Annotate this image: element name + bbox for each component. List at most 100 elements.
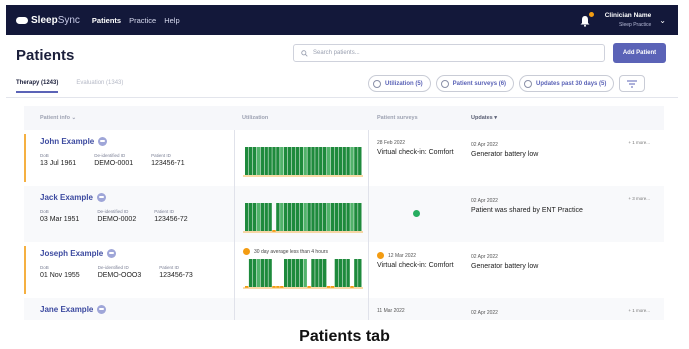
table-header: Patient info ⌄ Utilization Patient surve…: [24, 106, 664, 130]
check-icon: [413, 210, 420, 217]
radio-icon: [373, 79, 381, 88]
patient-name: John Example: [40, 137, 95, 146]
utilization-day-bar: [307, 203, 311, 231]
table-row[interactable]: Jack Example DoB 03 Mar 1951 De-identified …: [24, 186, 664, 242]
header-updates[interactable]: Updates ▾: [466, 115, 664, 121]
utilization-cell[interactable]: 30 day average less than 4 hours: [234, 242, 369, 298]
utilization-day-bar: [323, 203, 327, 231]
utilization-day-bar: [287, 147, 292, 175]
header-utilization[interactable]: Utilization: [234, 115, 369, 121]
update-text: Generator battery low: [471, 263, 539, 270]
utilization-day-bar: [252, 147, 257, 175]
utilization-day-bar: [272, 286, 276, 288]
app-logo[interactable]: Sleep Sync: [16, 15, 80, 26]
updates-cell[interactable]: 02 Apr 2022 Patient was shared by ENT Pra…: [466, 186, 664, 242]
survey-date-text: 28 Feb 2022: [377, 140, 406, 146]
utilization-cell[interactable]: [234, 130, 369, 186]
utilization-day-bar: [268, 259, 272, 287]
utilization-day-bar: [338, 147, 342, 175]
utilization-cell[interactable]: [234, 298, 369, 320]
more-updates-link[interactable]: + 1 more...: [628, 140, 650, 145]
caption: Patients tab: [299, 328, 390, 345]
radio-icon: [524, 79, 533, 88]
utilization-day-bar: [252, 259, 257, 287]
patient-name-link[interactable]: John Example: [40, 137, 234, 146]
dob-label: DoB: [40, 209, 49, 214]
nav-patients[interactable]: Patients: [92, 16, 121, 25]
add-patient-button[interactable]: Add Patient: [613, 43, 666, 63]
tab-therapy[interactable]: Therapy (1243): [16, 80, 59, 93]
utilization-day-bar: [334, 259, 339, 287]
utilization-day-bar: [315, 203, 319, 231]
more-updates-link[interactable]: + 3 more...: [628, 196, 650, 201]
header-patient-surveys[interactable]: Patient surveys: [369, 115, 466, 121]
radio-icon: [440, 79, 449, 88]
survey-cell[interactable]: 28 Feb 2022 Virtual check-in: Comfort: [369, 130, 466, 186]
updates-cell[interactable]: 02 Apr 2022 + 1 more...: [466, 298, 664, 320]
utilization-day-bar: [307, 286, 311, 288]
tab-evaluation[interactable]: Evaluation (1343): [76, 80, 123, 93]
utilization-day-bar: [295, 203, 300, 231]
patient-name-link[interactable]: Jack Example: [40, 193, 234, 202]
utilization-cell[interactable]: [234, 186, 369, 242]
utilization-day-bar: [291, 259, 296, 287]
survey-cell[interactable]: [369, 186, 466, 242]
filter-utilization[interactable]: Utilization (5): [368, 75, 431, 92]
utilization-day-bar: [307, 147, 311, 175]
nav-help[interactable]: Help: [164, 16, 179, 25]
patient-name-link[interactable]: Jane Example: [40, 305, 234, 314]
notifications-bell-icon[interactable]: [579, 11, 595, 27]
top-navbar: Sleep Sync Patients Practice Help Clinici…: [6, 5, 678, 35]
filter-label: Updates past 30 days (5): [536, 80, 607, 87]
table-row[interactable]: Joseph Example DoB 01 Nov 1955 De-identifie…: [24, 242, 664, 298]
survey-cell[interactable]: 12 Mar 2022 Virtual check-in: Comfort: [369, 242, 466, 298]
header-patient-info[interactable]: Patient info ⌄: [24, 115, 234, 121]
patient-name: Joseph Example: [40, 249, 104, 258]
utilization-day-bar: [260, 203, 264, 231]
updates-cell[interactable]: 02 Apr 2022 Generator battery low + 1 more…: [466, 130, 664, 186]
filter-updates[interactable]: Updates past 30 days (5): [519, 75, 615, 92]
utilization-day-bar: [354, 147, 358, 175]
utilization-day-bar: [276, 286, 280, 288]
deid-value: DEMO-0001: [94, 160, 134, 167]
pid-value: 123456-71: [151, 160, 185, 167]
updates-cell[interactable]: 02 Apr 2022 Generator battery low: [466, 242, 664, 298]
user-menu[interactable]: Clinician Name Sleep Practice: [605, 12, 652, 28]
share-icon: [98, 137, 108, 146]
filter-options-button[interactable]: [619, 75, 646, 92]
utilization-day-bar: [276, 147, 280, 175]
logo-text-bold: Sleep: [31, 14, 58, 26]
utilization-day-bar: [299, 259, 303, 287]
dob-value: 13 Jul 1961: [40, 160, 77, 167]
utilization-day-bar: [284, 203, 288, 231]
nav-practice[interactable]: Practice: [129, 16, 156, 25]
header-label: Patient info: [40, 115, 70, 121]
utilization-day-bar: [291, 203, 296, 231]
utilization-day-bar: [291, 147, 296, 175]
patient-name-link[interactable]: Joseph Example: [40, 249, 234, 258]
utilization-day-bar: [358, 203, 362, 231]
utilization-day-bar: [358, 147, 362, 175]
divider: [6, 97, 678, 98]
patient-meta: DoB 13 Jul 1961 De-identified ID DEMO-0001 P…: [40, 153, 234, 167]
more-updates-link[interactable]: + 1 more...: [628, 308, 650, 313]
deid-label: De-identified ID: [94, 153, 126, 158]
utilization-day-bar: [338, 259, 342, 287]
patients-table: Patient info ⌄ Utilization Patient surve…: [24, 106, 664, 320]
deid-value: DEMO-OOO3: [97, 272, 142, 279]
patient-name: Jack Example: [40, 193, 93, 202]
deid-label: De-identified ID: [97, 209, 129, 214]
utilization-day-bar: [272, 147, 276, 175]
utilization-day-bar: [346, 203, 350, 231]
filter-patient-surveys[interactable]: Patient surveys (6): [435, 75, 515, 92]
utilization-day-bar: [358, 259, 362, 287]
logo-text-rest: Sync: [57, 14, 80, 26]
utilization-warning: 30 day average less than 4 hours: [243, 248, 328, 255]
table-row[interactable]: John Example DoB 13 Jul 1961 De-identified …: [24, 130, 664, 186]
search-input[interactable]: Search patients...: [293, 44, 605, 62]
utilization-day-bar: [338, 203, 342, 231]
survey-cell[interactable]: 11 Mar 2022: [369, 298, 466, 320]
user-name: Clinician Name: [604, 12, 652, 19]
table-row[interactable]: Jane Example 11 Mar 2022 02 Apr 2022 + 1 mo…: [24, 298, 664, 320]
chevron-down-icon[interactable]: ⌄: [659, 16, 666, 25]
